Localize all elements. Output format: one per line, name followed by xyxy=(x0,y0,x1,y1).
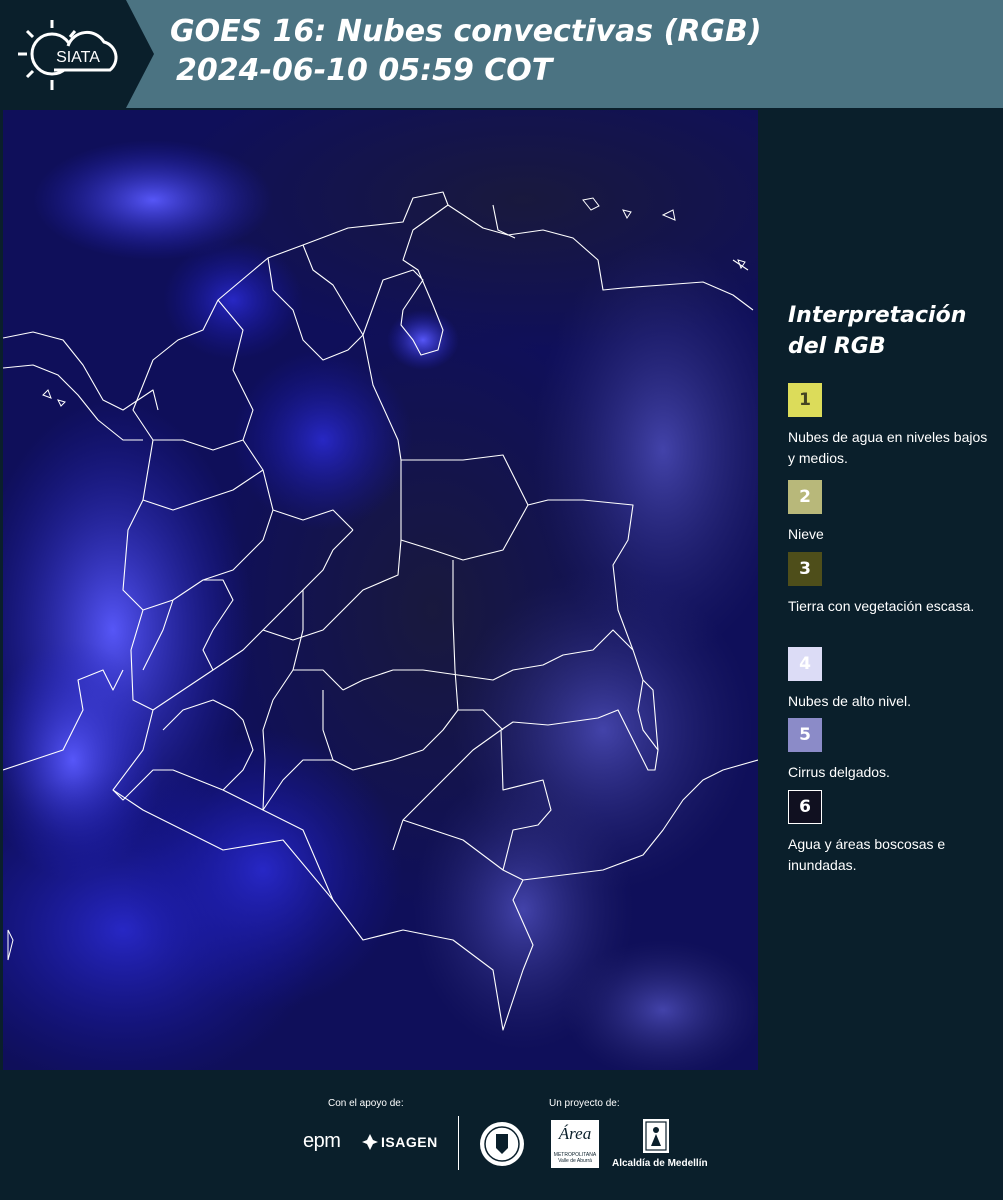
medellin-seal-icon xyxy=(480,1122,524,1166)
page-timestamp: 2024-06-10 05:59 COT xyxy=(176,53,553,88)
legend-panel: Interpretación del RGB 1 Nubes de agua e… xyxy=(760,110,1003,1070)
legend-number-2: 2 xyxy=(799,487,811,507)
legend-number-3: 3 xyxy=(799,559,811,579)
legend-item-1: 1 Nubes de agua en niveles bajos y medio… xyxy=(788,383,998,469)
alcaldia-shield-icon xyxy=(643,1119,669,1153)
legend-swatch-5: 5 xyxy=(788,718,822,752)
legend-item-2: 2 Nieve xyxy=(788,480,998,545)
legend-item-6: 6 Agua y áreas boscosas e inundadas. xyxy=(788,790,998,876)
area-metropolitana-logo: Área METROPOLITANA Valle de Aburrá xyxy=(551,1120,599,1168)
footer-divider xyxy=(458,1116,459,1170)
legend-swatch-1: 1 xyxy=(788,383,822,417)
isagen-logo: ISAGEN xyxy=(362,1134,438,1150)
legend-label-4: Nubes de alto nivel. xyxy=(788,693,911,709)
legend-label-5: Cirrus delgados. xyxy=(788,764,890,780)
legend-number-4: 4 xyxy=(799,654,811,674)
legend-label-1: Nubes de agua en niveles bajos y medios. xyxy=(788,429,988,466)
footer: Con el apoyo de: Un proyecto de: epm ISA… xyxy=(0,1070,1003,1200)
legend-number-1: 1 xyxy=(799,390,811,410)
legend-item-5: 5 Cirrus delgados. xyxy=(788,718,998,783)
isagen-mark-icon xyxy=(362,1134,378,1150)
alcaldia-text: Alcaldía de Medellín xyxy=(612,1158,708,1169)
legend-label-2: Nieve xyxy=(788,526,824,542)
isagen-text: ISAGEN xyxy=(381,1134,438,1150)
legend-title: Interpretación del RGB xyxy=(788,303,967,359)
project-label: Un proyecto de: xyxy=(549,1098,620,1109)
area-logo-text: Área xyxy=(558,1124,592,1143)
header-bar: SIATA GOES 16: Nubes convectivas (RGB) 2… xyxy=(0,0,1003,108)
page-title: GOES 16: Nubes convectivas (RGB) xyxy=(170,14,762,49)
legend-item-4: 4 Nubes de alto nivel. xyxy=(788,647,998,712)
siata-logo-text: SIATA xyxy=(56,49,100,66)
legend-swatch-3: 3 xyxy=(788,552,822,586)
support-label: Con el apoyo de: xyxy=(328,1098,404,1109)
legend-swatch-6: 6 xyxy=(788,790,822,824)
area-logo-sub2: Valle de Aburrá xyxy=(558,1158,592,1164)
satellite-image xyxy=(3,110,758,1070)
legend-swatch-2: 2 xyxy=(788,480,822,514)
legend-swatch-4: 4 xyxy=(788,647,822,681)
legend-number-6: 6 xyxy=(799,797,811,817)
logo-banner: SIATA xyxy=(0,0,154,108)
legend-label-6: Agua y áreas boscosas e inundadas. xyxy=(788,836,946,873)
legend-item-3: 3 Tierra con vegetación escasa. xyxy=(788,552,998,617)
epm-logo: epm xyxy=(303,1130,341,1152)
satellite-map xyxy=(3,110,758,1070)
legend-label-3: Tierra con vegetación escasa. xyxy=(788,598,975,614)
legend-number-5: 5 xyxy=(799,725,811,745)
